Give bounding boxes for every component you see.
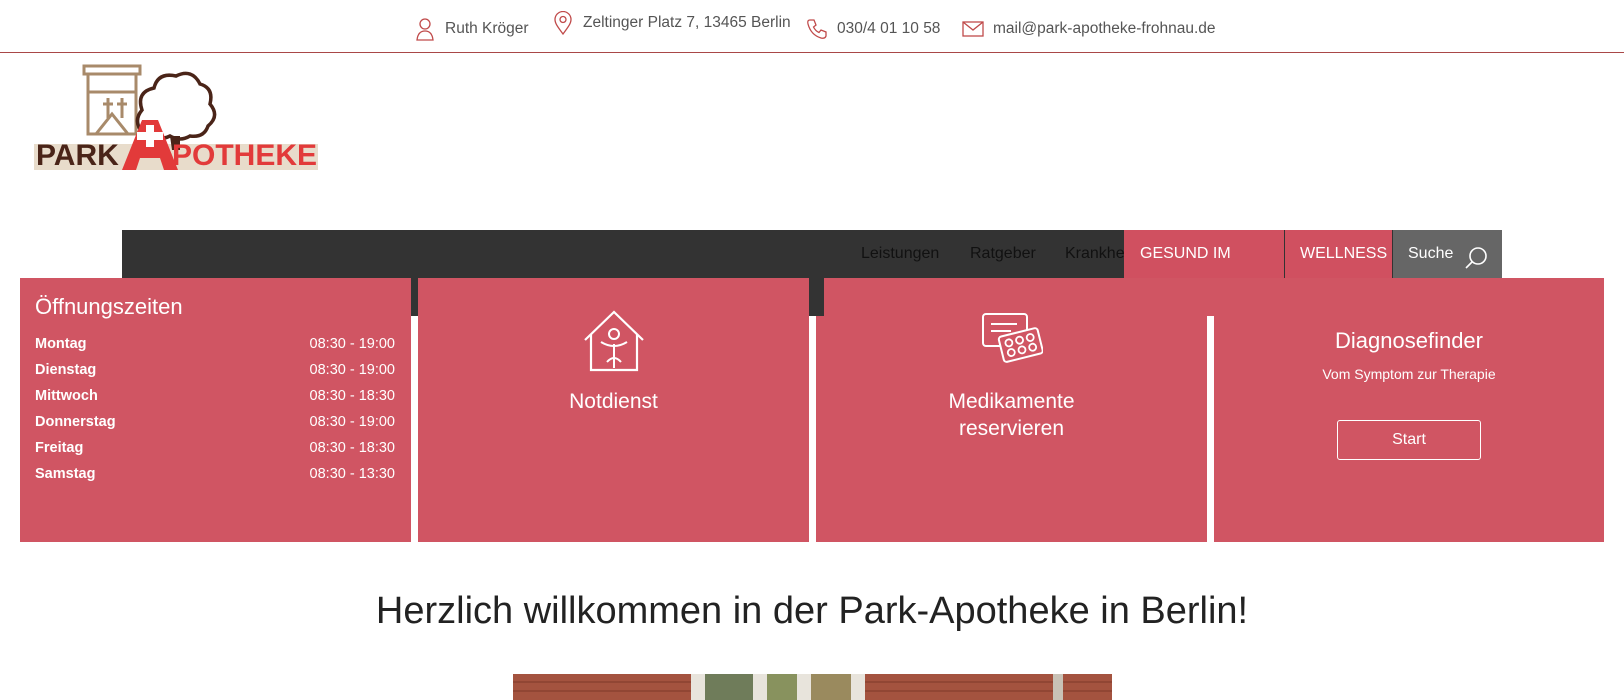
- person-name: Ruth Kröger: [445, 19, 529, 37]
- hours-row: Mittwoch 08:30 - 18:30: [35, 388, 395, 414]
- hours-day: Donnerstag: [35, 414, 116, 430]
- contact-bar: Ruth Kröger Zeltinger Platz 7, 13465 Ber…: [0, 0, 1624, 53]
- pharmacy-photo: [513, 674, 1112, 700]
- person-icon: [414, 17, 436, 41]
- hours-time: 08:30 - 18:30: [309, 440, 395, 456]
- search-button[interactable]: Suche: [1393, 230, 1502, 278]
- logo-text-apotheke: POTHEKE: [172, 139, 317, 170]
- medikamente-line1: Medikamente: [948, 390, 1075, 413]
- contact-email[interactable]: mail@park-apotheke-frohnau.de: [962, 2, 1216, 55]
- medikamente-line2: reservieren: [958, 417, 1065, 440]
- hours-row: Dienstag 08:30 - 19:00: [35, 362, 395, 388]
- pill-pack-icon: [981, 312, 1044, 369]
- panel-cap: [824, 278, 1604, 316]
- medikamente-label: Medikamente reservieren: [816, 388, 1207, 442]
- hours-day: Montag: [35, 336, 87, 352]
- logo-text-park: PARK: [36, 139, 119, 170]
- hours-row: Freitag 08:30 - 18:30: [35, 440, 395, 466]
- hours-row: Montag 08:30 - 19:00: [35, 336, 395, 362]
- contact-phone[interactable]: 030/4 01 10 58: [806, 2, 940, 55]
- start-button[interactable]: Start: [1337, 420, 1481, 460]
- hours-day: Dienstag: [35, 362, 97, 378]
- nav-underhang: [809, 278, 824, 316]
- address-text: Zeltinger Platz 7, 13465 Berlin: [583, 13, 791, 31]
- hours-time: 08:30 - 19:00: [309, 362, 395, 378]
- page-title: Herzlich willkommen in der Park-Apotheke…: [375, 590, 1249, 632]
- notdienst-tile[interactable]: Notdienst: [418, 310, 809, 542]
- hours-day: Mittwoch: [35, 388, 98, 404]
- hours-time: 08:30 - 13:30: [309, 466, 395, 482]
- nav-item-ratgeber[interactable]: Ratgeber: [970, 230, 1036, 278]
- hours-day: Samstag: [35, 466, 96, 482]
- notdienst-label: Notdienst: [569, 390, 658, 413]
- diagnosefinder-tile: Diagnosefinder Vom Symptom zur Therapie …: [1214, 316, 1604, 542]
- hours-time: 08:30 - 19:00: [309, 414, 395, 430]
- hours-row: Donnerstag 08:30 - 19:00: [35, 414, 395, 440]
- hours-time: 08:30 - 19:00: [309, 336, 395, 352]
- opening-hours-title: Öffnungszeiten: [35, 294, 183, 319]
- medikamente-tile[interactable]: Medikamente reservieren: [816, 313, 1207, 542]
- nav-underhang: [411, 278, 418, 316]
- nav-item-gesund-im[interactable]: GESUND IM: [1124, 230, 1284, 278]
- opening-hours-panel: Öffnungszeiten Montag 08:30 - 19:00 Diens…: [20, 278, 411, 542]
- park-apotheke-logo[interactable]: PARK POTHEKE: [34, 62, 318, 172]
- nav-item-wellness[interactable]: WELLNESS: [1285, 230, 1392, 278]
- diagnosefinder-title: Diagnosefinder: [1335, 328, 1483, 353]
- pharmacy-house-icon: [583, 310, 645, 377]
- mail-icon: [962, 17, 984, 41]
- hours-time: 08:30 - 18:30: [309, 388, 395, 404]
- email-address[interactable]: mail@park-apotheke-frohnau.de: [993, 20, 1216, 38]
- opening-hours-list: Montag 08:30 - 19:00 Dienstag 08:30 - 19:0…: [35, 336, 395, 492]
- contact-person: Ruth Kröger: [414, 2, 529, 55]
- hours-day: Freitag: [35, 440, 84, 456]
- phone-number[interactable]: 030/4 01 10 58: [837, 20, 940, 38]
- location-pin-icon: [552, 10, 574, 35]
- search-label: Suche: [1408, 245, 1454, 262]
- nav-item-leistungen[interactable]: Leistungen: [861, 230, 939, 278]
- hours-row: Samstag 08:30 - 13:30: [35, 466, 395, 492]
- contact-address: Zeltinger Platz 7, 13465 Berlin: [552, 0, 791, 49]
- phone-icon: [806, 17, 828, 41]
- diagnosefinder-subtitle: Vom Symptom zur Therapie: [1322, 366, 1496, 382]
